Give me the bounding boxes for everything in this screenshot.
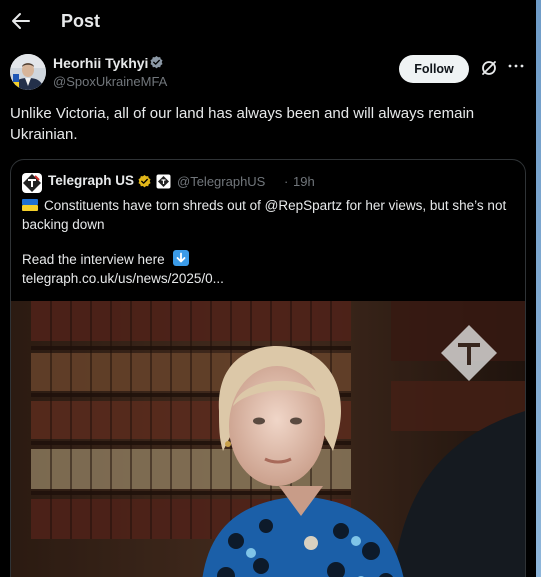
affiliate-badge-icon (156, 174, 171, 189)
gold-verified-icon (138, 174, 151, 188)
article-photo[interactable] (11, 301, 525, 577)
read-interview-text: Read the interview here (22, 252, 165, 267)
arrow-down-icon (173, 250, 189, 266)
separator-dot: · (284, 174, 289, 189)
quote-body-text: Constituents have torn shreds out of @Re… (22, 198, 507, 232)
author-name[interactable]: Heorhii Tykhyi (53, 55, 148, 71)
avatar[interactable] (10, 54, 46, 90)
author-handle[interactable]: @SpoxUkraineMFA (53, 74, 167, 89)
top-bar: Post (0, 0, 536, 44)
grok-icon[interactable] (480, 59, 498, 77)
quote-author-handle[interactable]: @TelegraphUS (177, 174, 265, 189)
quote-timestamp[interactable]: 19h (293, 174, 315, 189)
article-link[interactable]: telegraph.co.uk/us/news/2025/0... (22, 271, 224, 286)
background-edge (536, 0, 541, 577)
post-text: Unlike Victoria, all of our land has alw… (10, 105, 475, 143)
quote-avatar[interactable] (22, 173, 42, 193)
follow-button[interactable]: Follow (399, 55, 469, 83)
quote-author-name[interactable]: Telegraph US (48, 173, 134, 188)
page-title: Post (61, 11, 101, 31)
quoted-post-card[interactable]: Telegraph US @TelegraphUS · 19h Constitu… (10, 159, 526, 577)
more-icon[interactable] (508, 62, 524, 70)
verified-badge-icon (150, 55, 163, 69)
post-panel: Post Heorhii Tykhyi @SpoxUkraineMFA Foll… (0, 0, 536, 577)
arrow-left-icon[interactable] (10, 10, 32, 32)
